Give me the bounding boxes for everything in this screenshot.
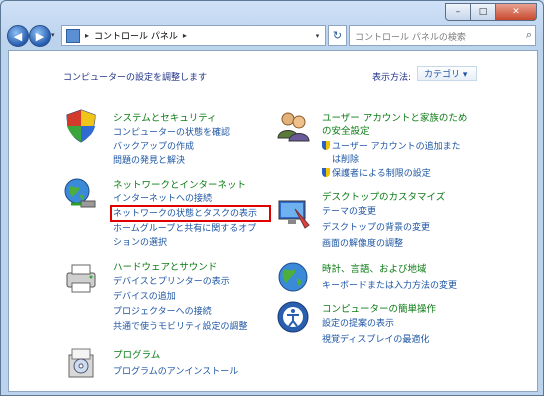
link-mobility-settings[interactable]: 共通で使うモビリティ設定の調整 xyxy=(113,319,247,332)
control-panel-window: – □ ✕ ◀ ▶ ▾ ▸ コントロール パネル ▸ ▾ ↻ コントロール パネ… xyxy=(0,0,544,396)
main-content: コンピューターの設定を調整します 表示方法: カテゴリ ▾ システムとセキュリテ… xyxy=(8,50,538,392)
category-appearance: デスクトップのカスタマイズ テーマの変更 デスクトップの背景の変更 画面の解像度… xyxy=(275,187,495,249)
uac-shield-icon xyxy=(322,168,330,177)
uac-shield-icon xyxy=(322,141,330,150)
caption-buttons: – □ ✕ xyxy=(445,3,537,21)
view-by-label: 表示方法: xyxy=(372,73,412,83)
search-placeholder: コントロール パネルの検索 xyxy=(355,33,466,43)
link-connect-internet[interactable]: インターネットへの接続 xyxy=(113,191,212,204)
category-title-hardware-sound[interactable]: ハードウェアとサウンド xyxy=(113,259,217,273)
ease-of-access-icon[interactable] xyxy=(275,299,311,335)
address-dropdown-button[interactable]: ▾ xyxy=(310,25,326,46)
control-panel-icon xyxy=(66,28,80,43)
programs-icon[interactable] xyxy=(63,345,99,381)
link-get-recommendations[interactable]: 設定の提案の表示 xyxy=(322,316,394,329)
address-bar[interactable]: ▸ コントロール パネル ▸ xyxy=(61,25,311,46)
category-title-network-internet[interactable]: ネットワークとインターネット xyxy=(113,177,246,191)
link-add-device[interactable]: デバイスの追加 xyxy=(113,289,176,302)
category-title-programs[interactable]: プログラム xyxy=(113,347,160,361)
link-add-remove-accounts-cont[interactable]: は削除 xyxy=(332,152,359,165)
breadcrumb-separator[interactable]: ▸ xyxy=(183,31,187,40)
category-title-user-accounts[interactable]: ユーザー アカウントと家族のため xyxy=(322,110,467,124)
printer-icon[interactable] xyxy=(63,259,99,295)
link-add-remove-accounts[interactable]: ユーザー アカウントの追加また xyxy=(322,139,461,152)
category-hardware-sound: ハードウェアとサウンド デバイスとプリンターの表示 デバイスの追加 プロジェクタ… xyxy=(63,259,273,334)
category-clock-language-region: 時計、言語、および地域 キーボードまたは入力方法の変更 xyxy=(275,259,495,299)
back-button[interactable]: ◀ xyxy=(7,25,29,47)
breadcrumb-separator[interactable]: ▸ xyxy=(85,31,89,40)
link-create-backup[interactable]: バックアップの作成 xyxy=(113,139,194,152)
link-find-fix-problems[interactable]: 問題の発見と解決 xyxy=(113,153,185,166)
link-homegroup-sharing-cont[interactable]: ションの選択 xyxy=(113,235,167,248)
link-parental-controls-text[interactable]: 保護者による制限の設定 xyxy=(332,169,431,179)
navigation-bar: ◀ ▶ ▾ ▸ コントロール パネル ▸ ▾ ↻ コントロール パネルの検索 ⌕ xyxy=(1,21,543,49)
link-change-background[interactable]: デスクトップの背景の変更 xyxy=(322,220,430,233)
highlight-box xyxy=(110,205,271,222)
category-title-appearance[interactable]: デスクトップのカスタマイズ xyxy=(322,189,445,203)
link-parental-controls[interactable]: 保護者による制限の設定 xyxy=(322,166,431,179)
search-box[interactable]: コントロール パネルの検索 ⌕ xyxy=(349,25,536,46)
category-ease-of-access: コンピューターの簡単操作 設定の提案の表示 視覚ディスプレイの最適化 xyxy=(275,299,495,349)
category-title-clock-language-region[interactable]: 時計、言語、および地域 xyxy=(322,261,427,275)
users-icon[interactable] xyxy=(275,108,311,144)
link-check-computer-status[interactable]: コンピューターの状態を確認 xyxy=(113,125,230,138)
category-title-ease-of-access[interactable]: コンピューターの簡単操作 xyxy=(322,301,436,315)
recent-pages-dropdown[interactable]: ▾ xyxy=(51,31,55,39)
link-connect-projector[interactable]: プロジェクターへの接続 xyxy=(113,304,212,317)
close-button[interactable]: ✕ xyxy=(495,3,537,21)
globe-clock-icon[interactable] xyxy=(275,259,311,295)
category-programs: プログラム プログラムのアンインストール xyxy=(63,345,273,385)
shield-icon[interactable] xyxy=(63,108,99,144)
view-by-dropdown[interactable]: カテゴリ ▾ xyxy=(417,66,477,81)
link-optimize-display[interactable]: 視覚ディスプレイの最適化 xyxy=(322,332,429,345)
network-globe-icon[interactable] xyxy=(63,177,99,213)
minimize-button[interactable]: – xyxy=(445,3,471,21)
page-heading: コンピューターの設定を調整します xyxy=(63,73,208,83)
desktop-display-icon[interactable] xyxy=(275,195,311,231)
link-devices-printers[interactable]: デバイスとプリンターの表示 xyxy=(113,274,230,287)
link-change-theme[interactable]: テーマの変更 xyxy=(322,204,376,217)
maximize-button[interactable]: □ xyxy=(470,3,496,21)
refresh-button[interactable]: ↻ xyxy=(328,25,347,46)
category-system-security: システムとセキュリティ コンピューターの状態を確認 バックアップの作成 問題の発… xyxy=(63,108,263,168)
search-icon[interactable]: ⌕ xyxy=(526,28,532,42)
link-homegroup-sharing[interactable]: ホームグループと共有に関するオプ xyxy=(113,221,256,234)
link-change-keyboard[interactable]: キーボードまたは入力方法の変更 xyxy=(322,278,457,291)
category-title-user-accounts-cont[interactable]: の安全設定 xyxy=(322,123,370,137)
category-user-accounts: ユーザー アカウントと家族のため の安全設定 ユーザー アカウントの追加また は… xyxy=(275,108,495,180)
category-title-system-security[interactable]: システムとセキュリティ xyxy=(113,110,217,124)
breadcrumb-control-panel[interactable]: コントロール パネル xyxy=(94,29,178,42)
link-add-remove-accounts-text[interactable]: ユーザー アカウントの追加また xyxy=(332,142,461,152)
link-uninstall-program[interactable]: プログラムのアンインストール xyxy=(113,364,238,377)
link-adjust-resolution[interactable]: 画面の解像度の調整 xyxy=(322,236,403,249)
forward-button[interactable]: ▶ xyxy=(29,25,51,47)
